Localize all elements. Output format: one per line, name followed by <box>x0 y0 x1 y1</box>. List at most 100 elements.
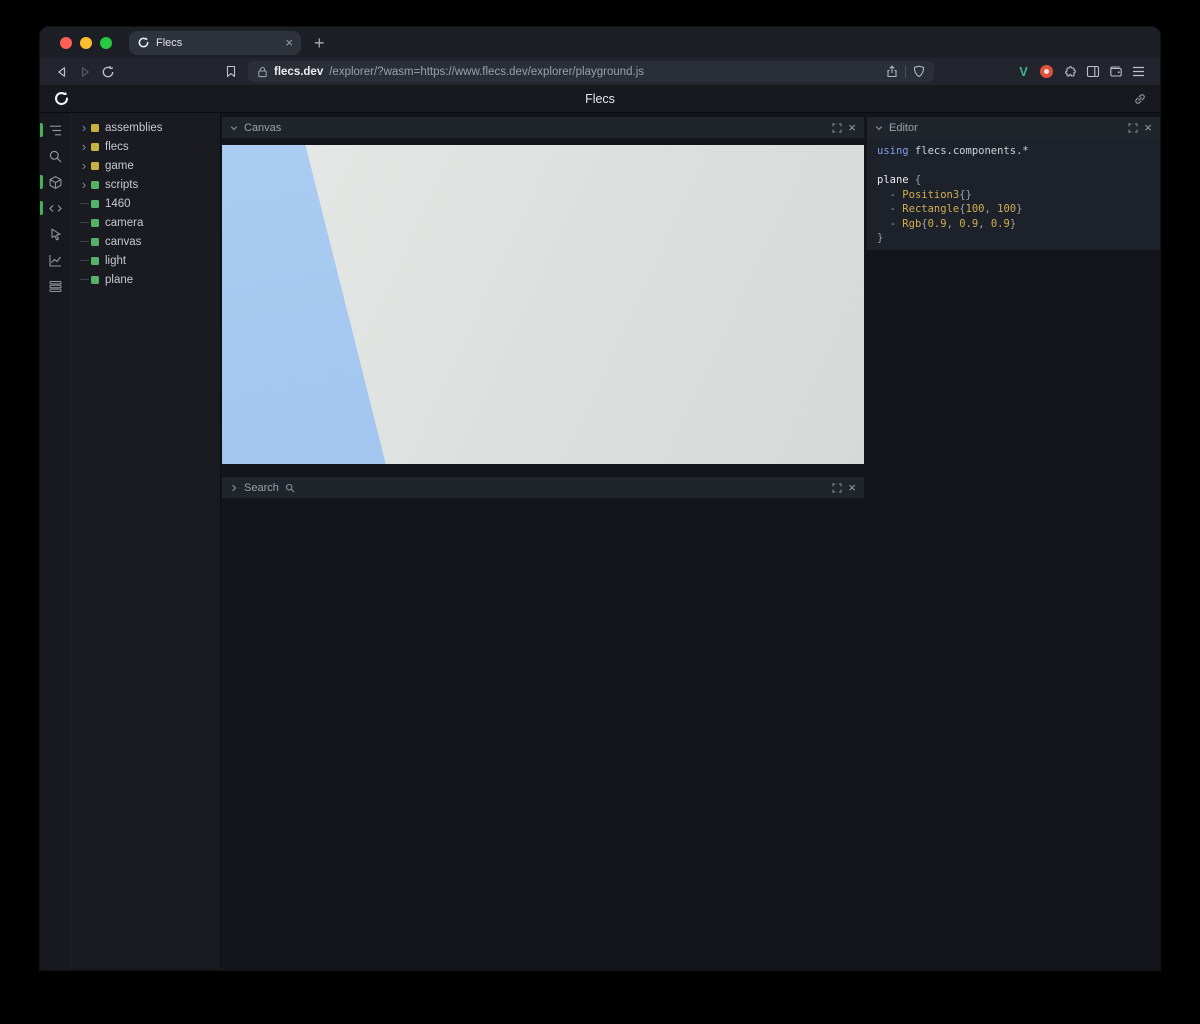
tree-item-label: flecs <box>105 141 129 153</box>
tree-item-label: canvas <box>105 236 141 248</box>
entity-color-swatch <box>91 276 99 284</box>
tree-item-plane[interactable]: plane <box>71 270 220 289</box>
flecs-logo-icon <box>53 90 70 107</box>
page-title: Flecs <box>40 92 1160 106</box>
window-zoom-button[interactable] <box>100 37 112 49</box>
url-path: /explorer/?wasm=https://www.flecs.dev/ex… <box>329 66 644 78</box>
fullscreen-icon[interactable] <box>832 123 842 133</box>
chevron-right-icon[interactable] <box>230 484 238 492</box>
code-line: } <box>877 231 1150 246</box>
sidebar-logs-icon[interactable] <box>40 278 70 294</box>
expand-chevron-icon[interactable]: › <box>78 178 90 191</box>
browser-toolbar: flecs.dev /explorer/?wasm=https://www.fl… <box>40 58 1160 85</box>
fullscreen-icon[interactable] <box>832 483 842 493</box>
entity-color-swatch <box>91 181 99 189</box>
chevron-down-icon[interactable] <box>230 124 238 132</box>
browser-tab-bar: Flecs × + <box>40 27 1160 58</box>
wallet-icon[interactable] <box>1104 61 1127 82</box>
tree-item-label: 1460 <box>105 198 131 210</box>
close-icon[interactable]: × <box>848 481 856 494</box>
tree-item-light[interactable]: light <box>71 251 220 270</box>
expand-chevron-icon[interactable]: › <box>78 121 90 134</box>
tree-connector <box>78 222 90 223</box>
back-button[interactable] <box>50 61 73 82</box>
entity-color-swatch <box>91 124 99 132</box>
tree-item-camera[interactable]: camera <box>71 213 220 232</box>
forward-button[interactable] <box>73 61 96 82</box>
sidebar-toggle-icon[interactable] <box>1081 61 1104 82</box>
url-domain: flecs.dev <box>274 66 323 78</box>
sidebar-code-editor-icon[interactable] <box>40 200 70 216</box>
sidebar-search-icon[interactable] <box>40 148 70 164</box>
reload-button[interactable] <box>96 61 119 82</box>
sidebar-selector-pointer-icon[interactable] <box>40 226 70 242</box>
bookmark-icon[interactable] <box>219 61 242 82</box>
app-header: Flecs <box>40 85 1160 113</box>
tree-connector <box>78 279 90 280</box>
window-close-button[interactable] <box>60 37 72 49</box>
chevron-down-icon[interactable] <box>875 124 883 132</box>
expand-chevron-icon[interactable]: › <box>78 159 90 172</box>
tree-item-label: light <box>105 255 126 267</box>
search-panel-title: Search <box>244 482 279 494</box>
address-bar[interactable]: flecs.dev /explorer/?wasm=https://www.fl… <box>248 61 934 82</box>
scene-sky-region <box>222 145 864 464</box>
vue-devtools-icon[interactable]: V <box>1012 61 1035 82</box>
browser-window: Flecs × + flecs.dev /explorer/?wasm=http… <box>40 27 1160 970</box>
browser-tab[interactable]: Flecs × <box>129 31 301 55</box>
editor-column: Editor × using flecs.components.* plane … <box>867 113 1160 969</box>
code-line: - Rgb{0.9, 0.9, 0.9} <box>877 217 1150 232</box>
tree-item-label: game <box>105 160 134 172</box>
window-minimize-button[interactable] <box>80 37 92 49</box>
new-tab-button[interactable]: + <box>314 34 325 52</box>
code-line: using flecs.components.* <box>877 144 1150 159</box>
tree-item-flecs[interactable]: › flecs <box>71 137 220 156</box>
app-body: › assemblies › flecs › game › scripts 1460 camera… <box>40 113 1160 969</box>
entity-tree: › assemblies › flecs › game › scripts 1460 camera… <box>71 113 221 969</box>
close-icon[interactable]: × <box>1144 121 1152 134</box>
tree-connector <box>78 241 90 242</box>
panel-icon-strip <box>40 113 71 969</box>
tree-connector <box>78 260 90 261</box>
lock-icon <box>257 66 268 78</box>
search-panel-header: Search × <box>222 477 864 498</box>
sidebar-entity-tree-icon[interactable] <box>40 122 70 138</box>
sidebar-statistics-chart-icon[interactable] <box>40 252 70 268</box>
code-line: plane { <box>877 173 1150 188</box>
brave-shield-icon[interactable] <box>913 65 925 78</box>
code-line: - Position3{} <box>877 188 1150 203</box>
tree-item-canvas[interactable]: canvas <box>71 232 220 251</box>
entity-color-swatch <box>91 143 99 151</box>
code-line: - Rectangle{100, 100} <box>877 202 1150 217</box>
entity-color-swatch <box>91 238 99 246</box>
magnifier-icon <box>285 483 295 493</box>
extensions-puzzle-icon[interactable] <box>1058 61 1081 82</box>
entity-color-swatch <box>91 257 99 265</box>
editor-panel-header: Editor × <box>867 117 1160 138</box>
tab-close-icon[interactable]: × <box>285 36 293 49</box>
flecs-favicon-icon <box>137 36 150 49</box>
main-column: Canvas × Search <box>222 113 864 969</box>
tree-item-label: scripts <box>105 179 138 191</box>
tree-item-assemblies[interactable]: › assemblies <box>71 118 220 137</box>
tree-item-game[interactable]: › game <box>71 156 220 175</box>
tree-item-scripts[interactable]: › scripts <box>71 175 220 194</box>
sidebar-inspector-box-icon[interactable] <box>40 174 70 190</box>
extension-red-icon[interactable] <box>1035 61 1058 82</box>
tree-item-label: assemblies <box>105 122 163 134</box>
share-link-icon[interactable] <box>1133 92 1147 106</box>
share-icon[interactable] <box>886 65 898 78</box>
editor-code[interactable]: using flecs.components.* plane { - Posit… <box>867 138 1160 250</box>
scene-canvas[interactable] <box>222 145 864 464</box>
editor-panel: Editor × using flecs.components.* plane … <box>867 117 1160 250</box>
canvas-panel-header: Canvas × <box>222 117 864 138</box>
close-icon[interactable]: × <box>848 121 856 134</box>
editor-panel-title: Editor <box>889 122 918 134</box>
tree-item-label: plane <box>105 274 133 286</box>
entity-color-swatch <box>91 200 99 208</box>
expand-chevron-icon[interactable]: › <box>78 140 90 153</box>
entity-color-swatch <box>91 219 99 227</box>
tree-item-1460[interactable]: 1460 <box>71 194 220 213</box>
menu-icon[interactable] <box>1127 61 1150 82</box>
fullscreen-icon[interactable] <box>1128 123 1138 133</box>
